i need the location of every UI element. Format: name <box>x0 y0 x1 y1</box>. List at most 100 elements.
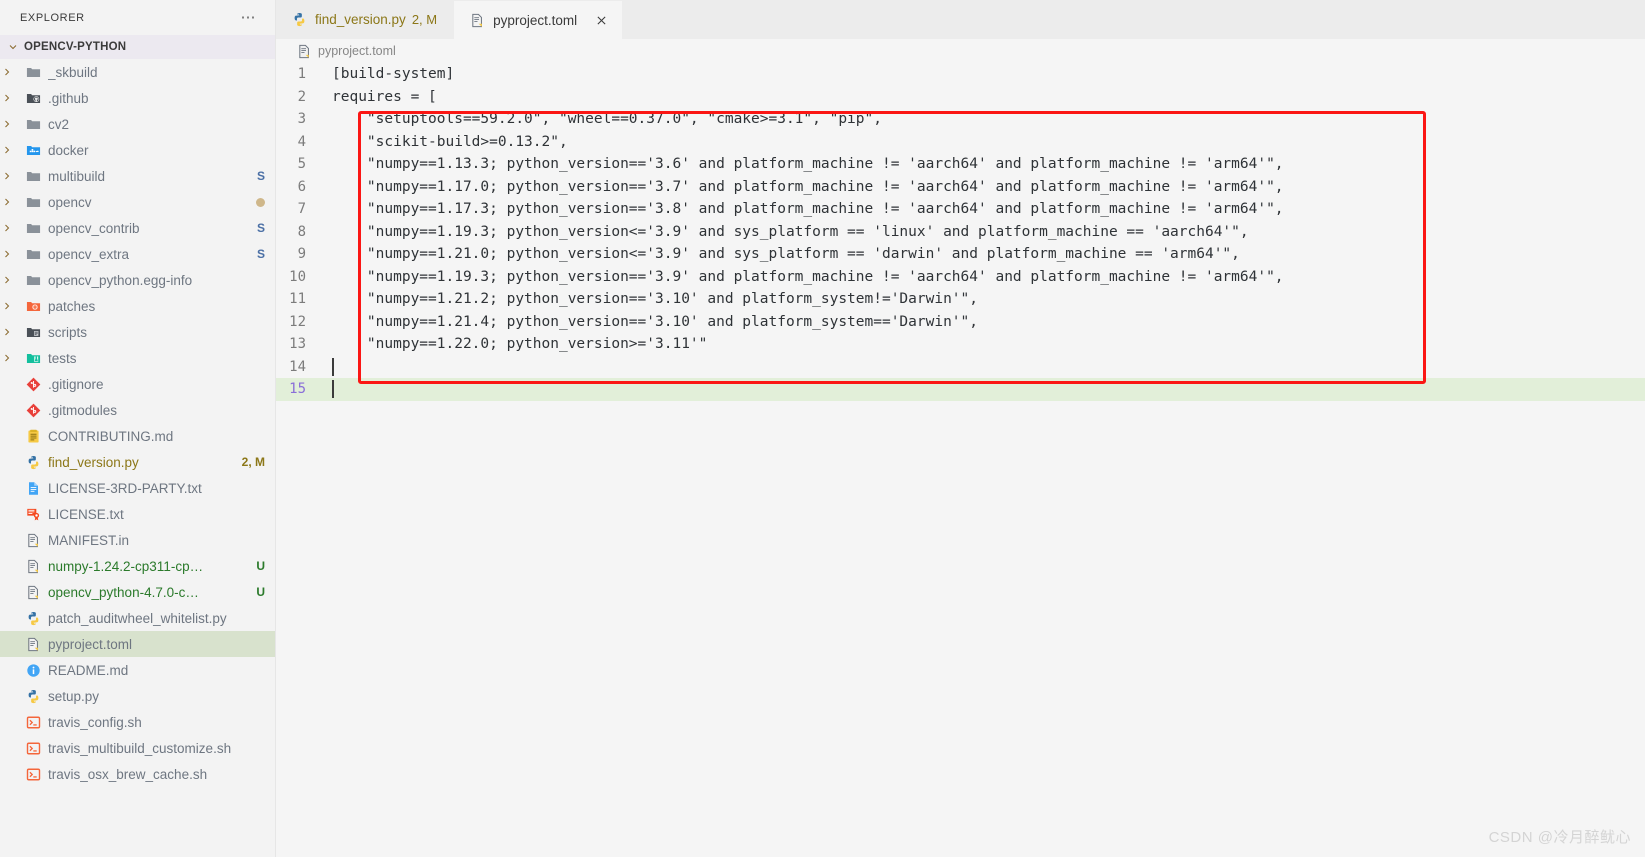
code-line[interactable]: 14 <box>276 356 1645 379</box>
tree-item-label: LICENSE-3RD-PARTY.txt <box>48 480 202 496</box>
folder-icon <box>22 247 44 262</box>
breadcrumb[interactable]: pyproject.toml <box>276 39 1645 63</box>
code-line[interactable]: 2 requires = [ <box>276 86 1645 109</box>
tree-folder-row[interactable]: multibuild S <box>0 163 275 189</box>
chevron-right-icon[interactable] <box>0 117 14 131</box>
tree-folder-row[interactable]: .github <box>0 85 275 111</box>
tab-bar: find_version.py 2, M pyproject.toml <box>276 0 1645 39</box>
ellipsis-icon[interactable]: ⋯ <box>241 10 258 25</box>
code-line[interactable]: 1 [build-system] <box>276 63 1645 86</box>
chevron-right-icon[interactable] <box>0 299 14 313</box>
tree-folder-row[interactable]: opencv_python.egg-info <box>0 267 275 293</box>
tree-file-row[interactable]: opencv_python-4.7.0-c… U <box>0 579 275 605</box>
tree-file-row[interactable]: patch_auditwheel_whitelist.py <box>0 605 275 631</box>
code-line[interactable]: 10 "numpy==1.19.3; python_version=='3.9'… <box>276 266 1645 289</box>
tree-item-label: opencv_python.egg-info <box>48 272 193 288</box>
tree-folder-row[interactable]: cv2 <box>0 111 275 137</box>
tree-item-label: LICENSE.txt <box>48 506 124 522</box>
chevron-right-icon[interactable] <box>0 273 14 287</box>
tree-file-row[interactable]: travis_multibuild_customize.sh <box>0 735 275 761</box>
tree-file-row[interactable]: travis_osx_brew_cache.sh <box>0 761 275 787</box>
tree-file-row[interactable]: LICENSE.txt <box>0 501 275 527</box>
tree-folder-row[interactable]: docker <box>0 137 275 163</box>
code-editor[interactable]: 1 [build-system] 2 requires = [3 "setuptool… <box>276 63 1645 857</box>
tree-item-label: travis_multibuild_customize.sh <box>48 740 232 756</box>
text-cursor <box>332 380 334 399</box>
editor-tab[interactable]: find_version.py 2, M <box>276 0 455 39</box>
workspace-root-row[interactable]: OPENCV-PYTHON <box>0 35 275 59</box>
tree-item-label: opencv_contrib <box>48 220 140 236</box>
tab-label: pyproject.toml <box>493 12 578 28</box>
code-line[interactable]: 15 <box>276 378 1645 401</box>
tree-item-label: CONTRIBUTING.md <box>48 428 174 444</box>
code-line[interactable]: 12 "numpy==1.21.4; python_version=='3.10… <box>276 311 1645 334</box>
chevron-right-icon[interactable] <box>0 351 14 365</box>
chevron-right-icon[interactable] <box>0 221 14 235</box>
line-number: 14 <box>289 358 306 375</box>
shell-icon <box>22 715 44 730</box>
tree-item-label: opencv <box>48 194 92 210</box>
tab-label: find_version.py <box>315 12 406 27</box>
chevron-right-icon[interactable] <box>0 143 14 157</box>
chevron-right-icon[interactable] <box>0 195 14 209</box>
tree-file-row[interactable]: numpy-1.24.2-cp311-cp… U <box>0 553 275 579</box>
code-line[interactable]: 6 "numpy==1.17.0; python_version=='3.7' … <box>276 176 1645 199</box>
chevron-right-icon[interactable] <box>0 169 14 183</box>
config-doc-icon <box>22 585 44 600</box>
tree-file-row[interactable]: travis_config.sh <box>0 709 275 735</box>
code-line[interactable]: 9 "numpy==1.21.0; python_version<='3.9' … <box>276 243 1645 266</box>
tree-file-row[interactable]: MANIFEST.in <box>0 527 275 553</box>
tree-item-label: patch_auditwheel_whitelist.py <box>48 610 227 626</box>
tree-folder-row[interactable]: patches <box>0 293 275 319</box>
tree-file-row[interactable]: CONTRIBUTING.md <box>0 423 275 449</box>
editor-tab[interactable]: pyproject.toml <box>454 0 623 39</box>
folder-icon <box>22 117 44 132</box>
config-doc-icon <box>296 44 312 59</box>
code-line[interactable]: 8 "numpy==1.19.3; python_version<='3.9' … <box>276 221 1645 244</box>
tree-folder-row[interactable]: opencv_extra S <box>0 241 275 267</box>
tree-file-row[interactable]: find_version.py 2, M <box>0 449 275 475</box>
python-icon <box>22 611 44 626</box>
file-tree: _skbuild .github cv2 docker multibuild S ope… <box>0 59 275 787</box>
tree-item-label: tests <box>48 350 77 366</box>
folder-patch-icon <box>22 299 44 314</box>
tree-file-row[interactable]: setup.py <box>0 683 275 709</box>
code-line[interactable]: 5 "numpy==1.13.3; python_version=='3.6' … <box>276 153 1645 176</box>
tree-folder-row[interactable]: opencv <box>0 189 275 215</box>
tree-item-label: travis_osx_brew_cache.sh <box>48 766 208 782</box>
tree-file-row[interactable]: .gitignore <box>0 371 275 397</box>
code-line[interactable]: 13 "numpy==1.22.0; python_version>='3.11… <box>276 333 1645 356</box>
git-icon <box>22 377 44 392</box>
code-line[interactable]: 11 "numpy==1.21.2; python_version=='3.10… <box>276 288 1645 311</box>
chevron-right-icon[interactable] <box>0 247 14 261</box>
folder-script-icon <box>22 325 44 340</box>
folder-github-icon <box>22 91 44 106</box>
chevron-right-icon[interactable] <box>0 91 14 105</box>
code-line[interactable]: 7 "numpy==1.17.3; python_version=='3.8' … <box>276 198 1645 221</box>
tree-item-label: README.md <box>48 662 129 678</box>
tree-folder-row[interactable]: scripts <box>0 319 275 345</box>
tree-file-row[interactable]: pyproject.toml <box>0 631 275 657</box>
line-number: 7 <box>297 201 306 218</box>
line-number: 13 <box>289 336 306 353</box>
line-text: "numpy==1.22.0; python_version>='3.11'" <box>332 336 708 353</box>
line-text: "numpy==1.21.2; python_version=='3.10' a… <box>332 291 979 308</box>
line-text: "scikit-build>=0.13.2", <box>332 133 568 150</box>
chevron-right-icon[interactable] <box>0 65 14 79</box>
tree-folder-row[interactable]: tests <box>0 345 275 371</box>
code-content: 1 [build-system] 2 requires = [3 "setuptool… <box>276 63 1645 401</box>
tree-folder-row[interactable]: _skbuild <box>0 59 275 85</box>
close-icon[interactable] <box>593 12 609 28</box>
tree-file-row[interactable]: .gitmodules <box>0 397 275 423</box>
shell-icon <box>22 741 44 756</box>
git-icon <box>22 403 44 418</box>
tree-file-row[interactable]: README.md <box>0 657 275 683</box>
code-line[interactable]: 3 "setuptools==59.2.0", "wheel==0.37.0",… <box>276 108 1645 131</box>
tree-file-row[interactable]: LICENSE-3RD-PARTY.txt <box>0 475 275 501</box>
tree-folder-row[interactable]: opencv_contrib S <box>0 215 275 241</box>
code-line[interactable]: 4 "scikit-build>=0.13.2", <box>276 131 1645 154</box>
line-text: "setuptools==59.2.0", "wheel==0.37.0", "… <box>332 111 882 128</box>
chevron-right-icon[interactable] <box>0 325 14 339</box>
status-badge: S <box>256 247 265 261</box>
info-icon <box>22 663 44 678</box>
